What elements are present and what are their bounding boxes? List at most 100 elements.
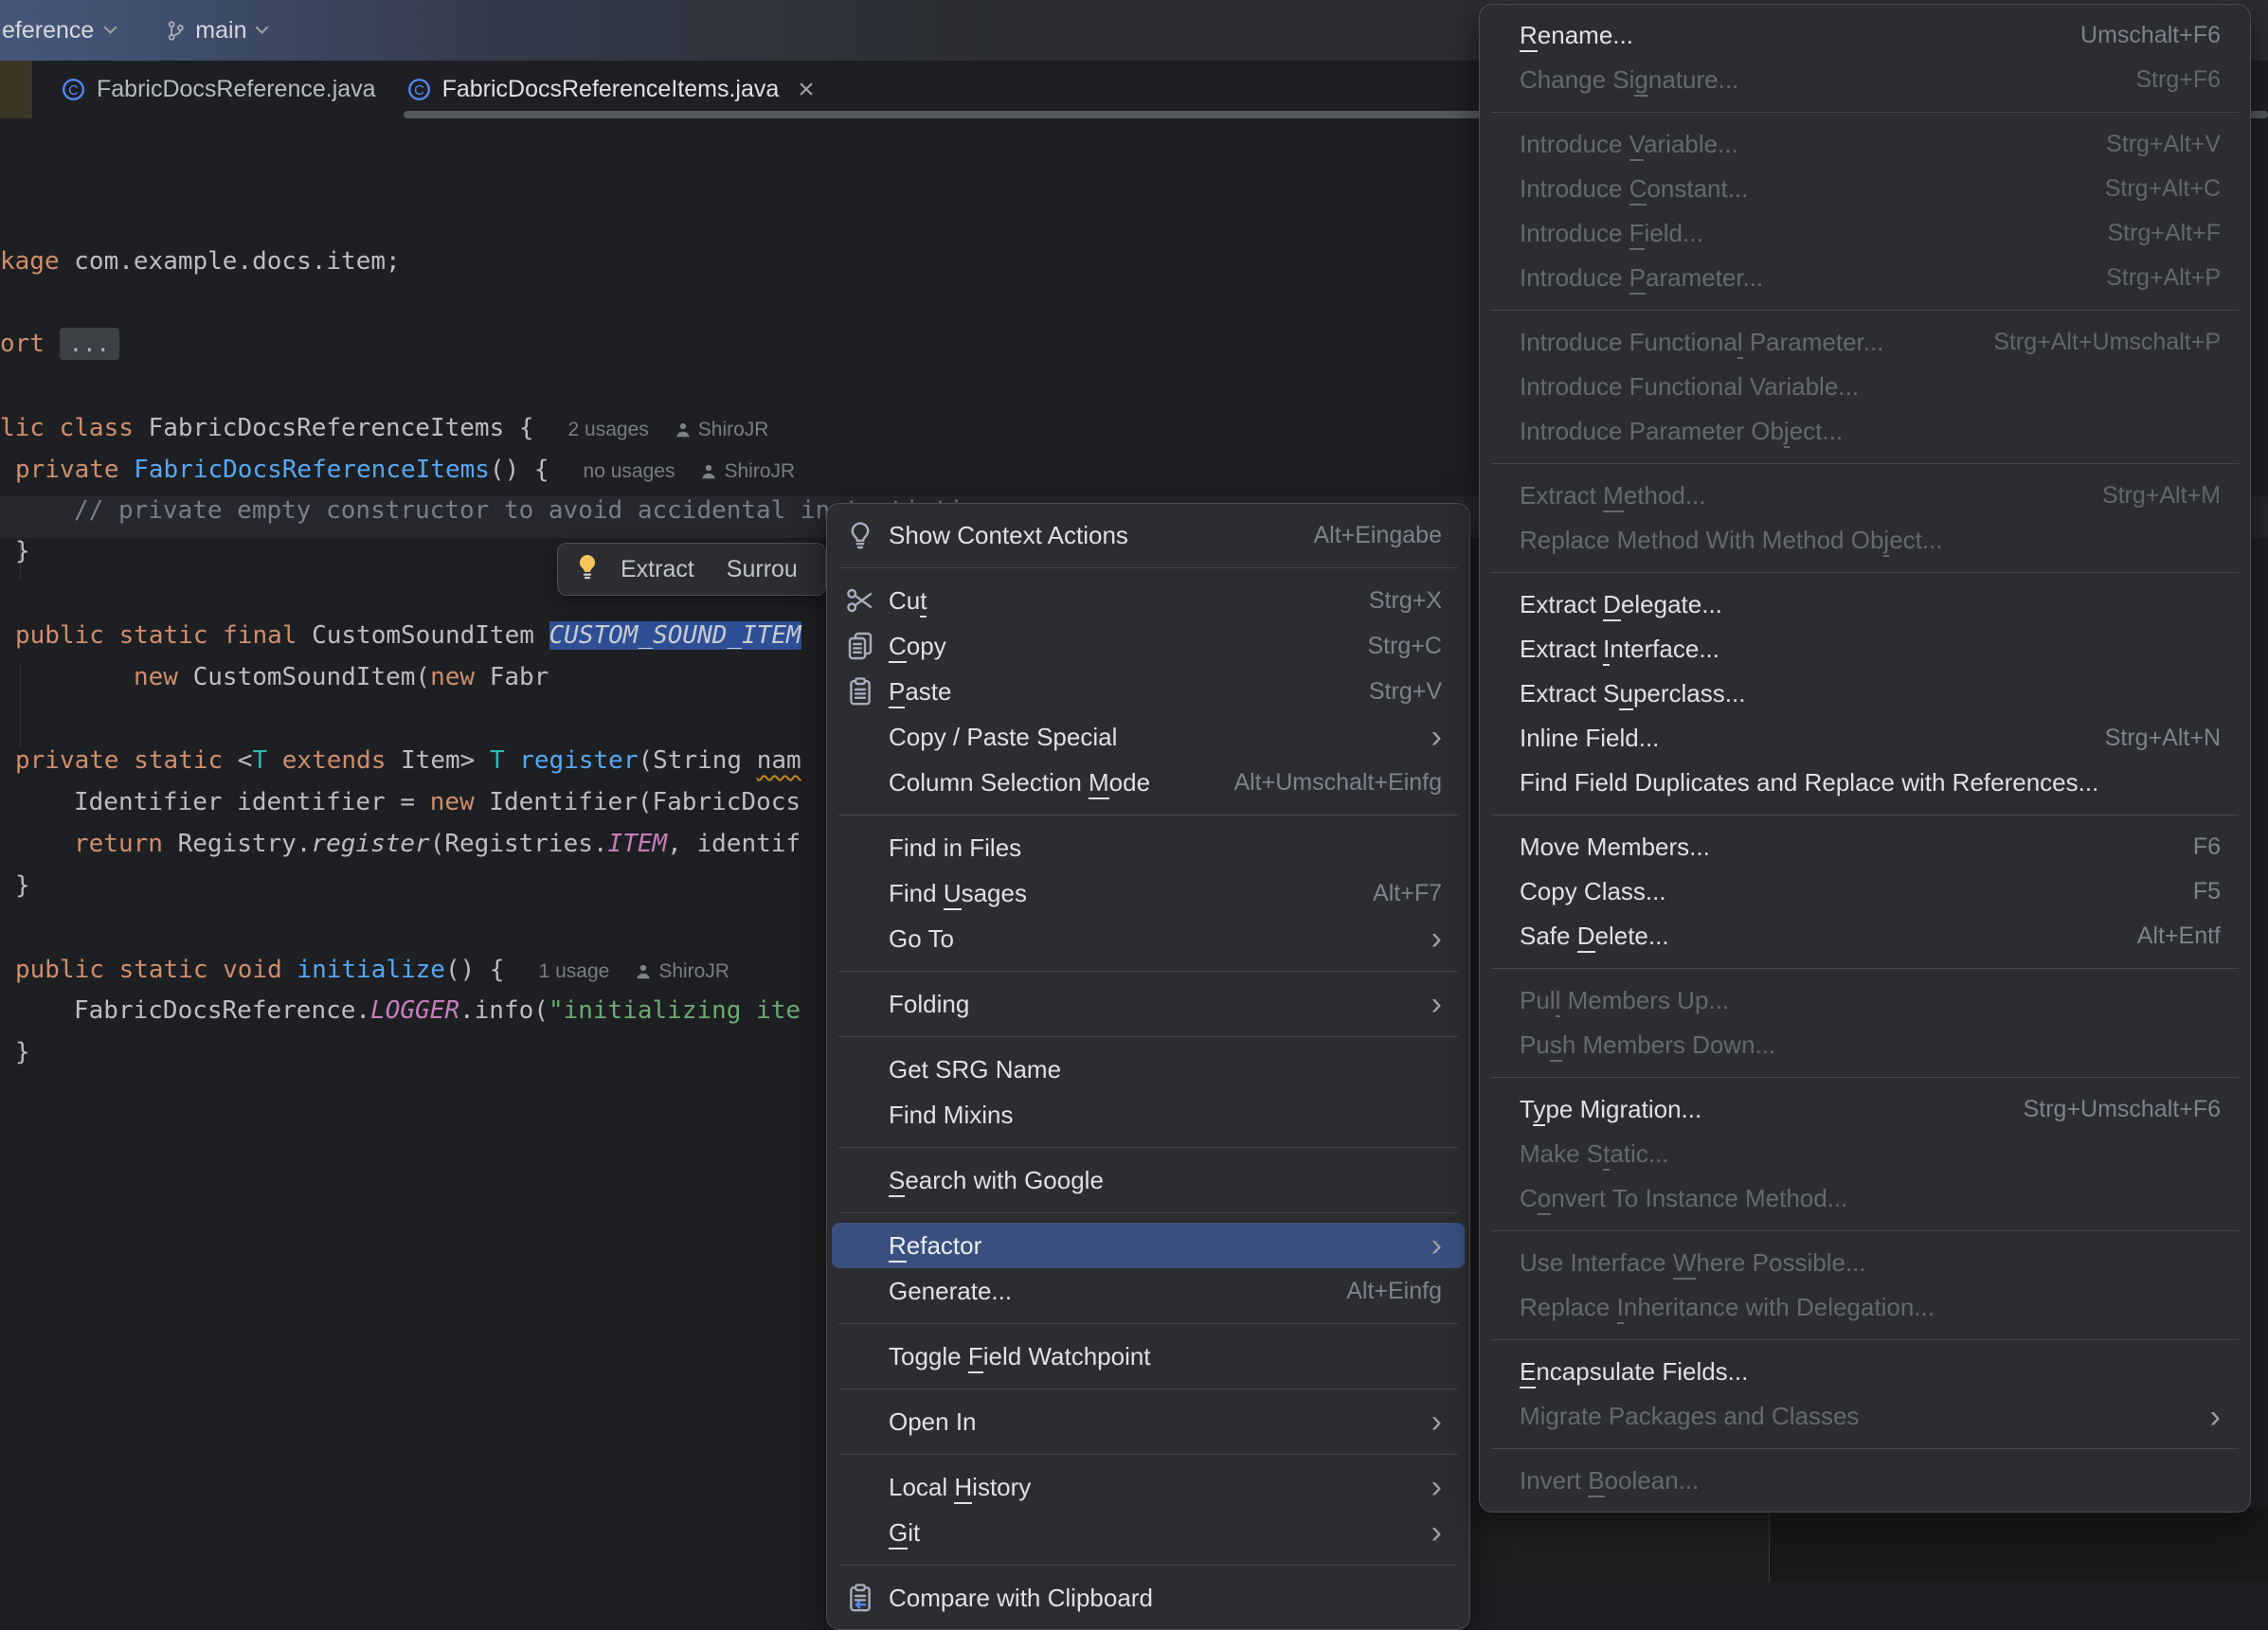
menu-item-copy-paste-special[interactable]: Copy / Paste Special›: [832, 714, 1465, 760]
menu-item-refactor[interactable]: Refactor›: [832, 1223, 1465, 1268]
menu-item-copy-class[interactable]: Copy Class...F5: [1485, 869, 2245, 914]
menu-separator: [1491, 310, 2239, 311]
menu-item-encapsulate-fields[interactable]: Encapsulate Fields...: [1485, 1350, 2245, 1394]
tab-fabricdocsreferenceitems[interactable]: C FabricDocsReferenceItems.java ×: [391, 61, 830, 118]
menu-item-column-selection-mode[interactable]: Column Selection ModeAlt+Umschalt+Einfg: [832, 760, 1465, 805]
menu-item-shortcut: Strg+Alt+N: [2067, 725, 2245, 752]
menu-item-introduce-functional-parameter[interactable]: Introduce Functional Parameter...Strg+Al…: [1485, 320, 2245, 365]
git-branch-widget[interactable]: main: [165, 17, 269, 45]
code-segment: (Registries.: [430, 830, 608, 858]
menu-item-safe-delete[interactable]: Safe Delete...Alt+Entf: [1485, 914, 2245, 958]
code-segment: () {: [445, 956, 505, 984]
menu-item-generate[interactable]: Generate...Alt+Einfg: [832, 1268, 1465, 1314]
project-breadcrumb[interactable]: eference: [2, 17, 117, 45]
menu-separator: [1491, 572, 2239, 573]
menu-item-label: Convert To Instance Method...: [1520, 1184, 1847, 1213]
menu-item-label: Search with Google: [889, 1166, 1104, 1195]
menu-item-extract-interface[interactable]: Extract Interface...: [1485, 627, 2245, 672]
menu-item-local-history[interactable]: Local History›: [832, 1464, 1465, 1510]
menu-item-shortcut: Umschalt+F6: [2043, 22, 2245, 49]
menu-item-label: Introduce Parameter...: [1520, 263, 1763, 293]
tab-stub[interactable]: [0, 61, 32, 118]
menu-separator: [838, 971, 1458, 972]
menu-item-make-static[interactable]: Make Static...: [1485, 1132, 2245, 1176]
menu-item-introduce-parameter[interactable]: Introduce Parameter...Strg+Alt+P: [1485, 256, 2245, 300]
lightbulb-icon: [832, 520, 889, 550]
tab-fabricdocsreference[interactable]: C FabricDocsReference.java: [45, 61, 391, 118]
menu-item-replace-inheritance-with-delegation[interactable]: Replace Inheritance with Delegation...: [1485, 1285, 2245, 1330]
menu-item-introduce-constant[interactable]: Introduce Constant...Strg+Alt+C: [1485, 167, 2245, 211]
menu-item-paste[interactable]: PasteStrg+V: [832, 669, 1465, 714]
menu-item-label: Make Static...: [1520, 1139, 1669, 1169]
menu-item-label: Paste: [889, 677, 952, 707]
code-line: public static final CustomSoundItem CUST…: [15, 615, 801, 656]
menu-item-compare-with-clipboard[interactable]: Compare with Clipboard: [832, 1575, 1465, 1621]
menu-item-find-usages[interactable]: Find UsagesAlt+F7: [832, 870, 1465, 916]
menu-item-replace-method-with-method-object[interactable]: Replace Method With Method Object...: [1485, 518, 2245, 563]
menu-item-show-context-actions[interactable]: Show Context ActionsAlt+Eingabe: [832, 512, 1465, 558]
menu-item-use-interface-where-possible[interactable]: Use Interface Where Possible...: [1485, 1241, 2245, 1285]
menu-item-introduce-variable[interactable]: Introduce Variable...Strg+Alt+V: [1485, 122, 2245, 167]
intention-action-surround[interactable]: Surrou: [727, 556, 798, 583]
menu-item-git[interactable]: Git›: [832, 1510, 1465, 1555]
menu-item-introduce-parameter-object[interactable]: Introduce Parameter Object...: [1485, 409, 2245, 454]
menu-item-migrate-packages-and-classes[interactable]: Migrate Packages and Classes›: [1485, 1394, 2245, 1439]
person-icon: [675, 460, 724, 482]
menu-item-go-to[interactable]: Go To›: [832, 916, 1465, 961]
code-line: public static void initialize() {1 usage…: [15, 949, 729, 991]
java-class-icon: C: [406, 77, 432, 102]
java-class-icon: C: [61, 77, 86, 102]
menu-separator: [1491, 112, 2239, 113]
menu-item-introduce-field[interactable]: Introduce Field...Strg+Alt+F: [1485, 211, 2245, 256]
code-segment: FabricDocsReferenceItems: [119, 456, 490, 484]
menu-item-folding[interactable]: Folding›: [832, 981, 1465, 1027]
menu-item-inline-field[interactable]: Inline Field...Strg+Alt+N: [1485, 716, 2245, 761]
menu-item-label: Encapsulate Fields...: [1520, 1357, 1748, 1387]
menu-item-pull-members-up[interactable]: Pull Members Up...: [1485, 978, 2245, 1023]
menu-item-label: Rename...: [1520, 21, 1633, 50]
refactor-submenu: Rename... Umschalt+F6 Change Signature...S…: [1479, 4, 2251, 1513]
menu-item-find-field-duplicates-and-replace-with-references[interactable]: Find Field Duplicates and Replace with R…: [1485, 761, 2245, 805]
menu-item-rename[interactable]: Rename... Umschalt+F6: [1485, 13, 2245, 58]
menu-item-label: Extract Delegate...: [1520, 590, 1722, 619]
menu-item-open-in[interactable]: Open In›: [832, 1399, 1465, 1444]
menu-item-invert-boolean[interactable]: Invert Boolean...: [1485, 1459, 2245, 1503]
menu-item-push-members-down[interactable]: Push Members Down...: [1485, 1023, 2245, 1067]
menu-item-extract-delegate[interactable]: Extract Delegate...: [1485, 582, 2245, 627]
code-segment: public static final: [15, 621, 297, 650]
menu-item-type-migration[interactable]: Type Migration...Strg+Umschalt+F6: [1485, 1087, 2245, 1132]
menu-item-label: Extract Method...: [1520, 481, 1706, 510]
menu-item-search-with-google[interactable]: Search with Google: [832, 1157, 1465, 1203]
code-line: lic class FabricDocsReferenceItems {2 us…: [0, 407, 768, 449]
usage-count: 1 usage: [539, 960, 610, 982]
code-segment: (String: [638, 746, 756, 775]
menu-item-toggle-field-watchpoint[interactable]: Toggle Field Watchpoint: [832, 1334, 1465, 1379]
code-segment: CustomSoundItem(: [178, 663, 430, 691]
menu-item-find-mixins[interactable]: Find Mixins: [832, 1092, 1465, 1137]
code-segment: , identif: [667, 830, 801, 858]
code-segment: lic class: [0, 414, 134, 442]
menu-item-find-in-files[interactable]: Find in Files: [832, 825, 1465, 870]
code-segment: initialize: [297, 956, 445, 984]
menu-item-change-signature[interactable]: Change Signature...Strg+F6: [1485, 58, 2245, 102]
code-segment: }: [15, 537, 30, 565]
menu-item-extract-method[interactable]: Extract Method...Strg+Alt+M: [1485, 474, 2245, 518]
usages-inlay-hint[interactable]: 2 usagesShiroJR: [568, 419, 769, 440]
menu-item-copy[interactable]: CopyStrg+C: [832, 623, 1465, 669]
svg-text:C: C: [414, 83, 424, 99]
menu-item-cut[interactable]: CutStrg+X: [832, 578, 1465, 623]
menu-item-convert-to-instance-method[interactable]: Convert To Instance Method...: [1485, 1176, 2245, 1221]
menu-item-get-srg-name[interactable]: Get SRG Name: [832, 1047, 1465, 1092]
person-icon: [609, 960, 658, 982]
menu-item-move-members[interactable]: Move Members...F6: [1485, 825, 2245, 869]
usage-count: 2 usages: [568, 419, 649, 440]
intention-action-extract[interactable]: Extract: [621, 556, 694, 583]
close-icon[interactable]: ×: [798, 76, 815, 104]
menu-item-extract-superclass[interactable]: Extract Superclass...: [1485, 672, 2245, 716]
code-segment: <: [223, 746, 252, 775]
usages-inlay-hint[interactable]: 1 usageShiroJR: [539, 960, 729, 982]
usages-inlay-hint[interactable]: no usagesShiroJR: [584, 460, 796, 482]
menu-item-label: Invert Boolean...: [1520, 1466, 1699, 1496]
code-segment: new: [430, 788, 475, 816]
menu-item-introduce-functional-variable[interactable]: Introduce Functional Variable...: [1485, 365, 2245, 409]
